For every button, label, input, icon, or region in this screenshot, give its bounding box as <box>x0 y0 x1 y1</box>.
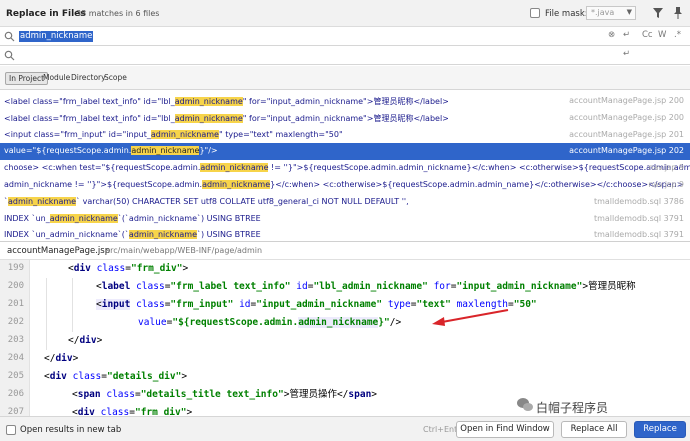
result-text: choose> <c:when test="${requestScope.adm… <box>4 163 690 172</box>
line-number: 201 <box>7 299 24 309</box>
code-line: <label class="frm_label text_info" id="l… <box>96 281 636 292</box>
result-file: accountManagePage.jsp 202 <box>569 146 684 155</box>
result-text: <label class="frm_label text_info" id="l… <box>4 97 449 106</box>
search-history-icon[interactable] <box>4 31 16 42</box>
result-file: accountManagePage.jsp 200 <box>569 113 684 122</box>
result-file: tmalldemodb.sql 3786 <box>593 197 684 206</box>
search-field[interactable]: admin_nickname ⊗ ↵ Cc W .* <box>0 27 690 46</box>
result-file: nav.jsp 9 <box>648 163 684 172</box>
code-line: </div> <box>44 353 79 364</box>
preview-path-bar: accountManagePage.jsp src/main/webapp/WE… <box>0 242 690 260</box>
open-new-tab-checkbox[interactable] <box>6 425 16 435</box>
chevron-down-icon: ▼ <box>626 8 632 16</box>
line-number: 200 <box>7 281 24 291</box>
file-mask-label: File mask: <box>545 9 588 19</box>
code-line-current: value="${requestScope.admin.admin_nickna… <box>138 317 402 328</box>
code-line: </div> <box>68 335 103 346</box>
replace-button[interactable]: Replace <box>634 421 686 438</box>
new-line-icon[interactable]: ↵ <box>623 30 630 40</box>
preview-file-name: accountManagePage.jsp <box>7 246 111 256</box>
span-text: 管理员操作 <box>289 389 337 400</box>
result-text: INDEX `un_admin_nickname`(`admin_nicknam… <box>4 230 261 239</box>
result-row-selected[interactable]: value="${requestScope.admin.admin_nickna… <box>0 143 690 160</box>
red-arrow-annotation <box>432 309 509 326</box>
result-text: <input class="frm_input" id="input_admin… <box>4 130 343 139</box>
tab-scope[interactable]: Scope <box>101 72 130 83</box>
label-text: 管理员昵称 <box>588 281 636 292</box>
result-text: `admin_nickname` varchar(50) CHARACTER S… <box>4 197 409 206</box>
code-line: <div class="details_div"> <box>44 371 188 382</box>
results-list: <label class="frm_label text_info" id="l… <box>0 90 690 242</box>
result-text: <label class="frm_label text_info" id="l… <box>4 114 449 123</box>
result-row[interactable]: choose> <c:when test="${requestScope.adm… <box>0 160 690 177</box>
search-input[interactable]: admin_nickname <box>19 31 94 42</box>
pin-icon[interactable] <box>672 6 684 20</box>
open-find-window-button[interactable]: Open in Find Window <box>456 421 554 438</box>
result-text: admin_nickname != ''}">${requestScope.ad… <box>4 180 684 189</box>
code-line: <span class="details_title text_info">管理… <box>72 389 378 400</box>
result-row[interactable]: INDEX `un_admin_nickname`(`admin_nicknam… <box>0 211 690 228</box>
replace-all-button[interactable]: Replace All <box>561 421 627 438</box>
line-number: 205 <box>7 371 24 381</box>
result-row[interactable]: <input class="frm_input" id="input_admin… <box>0 127 690 144</box>
replace-new-line-icon[interactable]: ↵ <box>623 49 630 59</box>
result-file: tmalldemodb.sql 3791 <box>593 214 684 223</box>
result-row[interactable]: `admin_nickname` varchar(50) CHARACTER S… <box>0 194 690 211</box>
file-mask-value: *.java <box>591 8 615 17</box>
match-case-toggle[interactable]: Cc <box>642 30 653 40</box>
result-file: accountManagePage.jsp 201 <box>569 130 684 139</box>
regex-toggle[interactable]: .* <box>674 30 681 40</box>
indent-guide <box>72 278 73 332</box>
result-row[interactable]: <label class="frm_label text_info" id="l… <box>0 110 690 127</box>
scope-tabs: In Project Module Directory Scope <box>0 66 690 90</box>
result-row[interactable]: <label class="frm_label text_info" id="l… <box>0 93 690 110</box>
dialog-title: Replace in Files <box>6 9 86 19</box>
clear-search-icon[interactable]: ⊗ <box>608 30 615 40</box>
result-file: tmalldemodb.sql 3791 <box>593 230 684 239</box>
replace-history-icon[interactable] <box>4 50 16 61</box>
result-text: value="${requestScope.admin.admin_nickna… <box>4 146 218 155</box>
whole-words-toggle[interactable]: W <box>658 30 666 40</box>
file-mask-dropdown[interactable]: *.java ▼ <box>586 6 636 20</box>
result-text: INDEX `un_admin_nickname`(`admin_nicknam… <box>4 214 261 223</box>
file-mask-checkbox[interactable] <box>530 8 540 18</box>
line-number: 204 <box>7 353 24 363</box>
result-row[interactable]: admin_nickname != ''}">${requestScope.ad… <box>0 177 690 194</box>
result-file: accountManagePage.jsp 200 <box>569 96 684 105</box>
match-count: 38 matches in 6 files <box>76 9 160 18</box>
filter-icon[interactable] <box>652 6 664 20</box>
wechat-logo-icon <box>517 398 533 411</box>
line-number: 203 <box>7 335 24 345</box>
open-new-tab-label: Open results in new tab <box>20 425 122 435</box>
replace-field[interactable]: ↵ <box>0 46 690 65</box>
preview-file-path: src/main/webapp/WEB-INF/page/admin <box>106 246 263 255</box>
indent-guide <box>46 278 47 350</box>
line-number: 206 <box>7 389 24 399</box>
code-preview[interactable]: 199 200 201 202 203 204 205 206 207 <div… <box>0 260 690 418</box>
line-number: 199 <box>7 263 24 273</box>
result-file: nav.jsp 9 <box>648 180 684 189</box>
line-number: 202 <box>7 317 24 327</box>
watermark-text: 白帽子程序员 <box>536 401 609 415</box>
dialog-footer: Open results in new tab Ctrl+Enter Open … <box>0 416 690 441</box>
code-line: <div class="frm_div"> <box>68 263 189 274</box>
line-gutter: 199 200 201 202 203 204 205 206 207 <box>0 260 30 417</box>
dialog-header: Replace in Files 38 matches in 6 files F… <box>0 0 690 27</box>
